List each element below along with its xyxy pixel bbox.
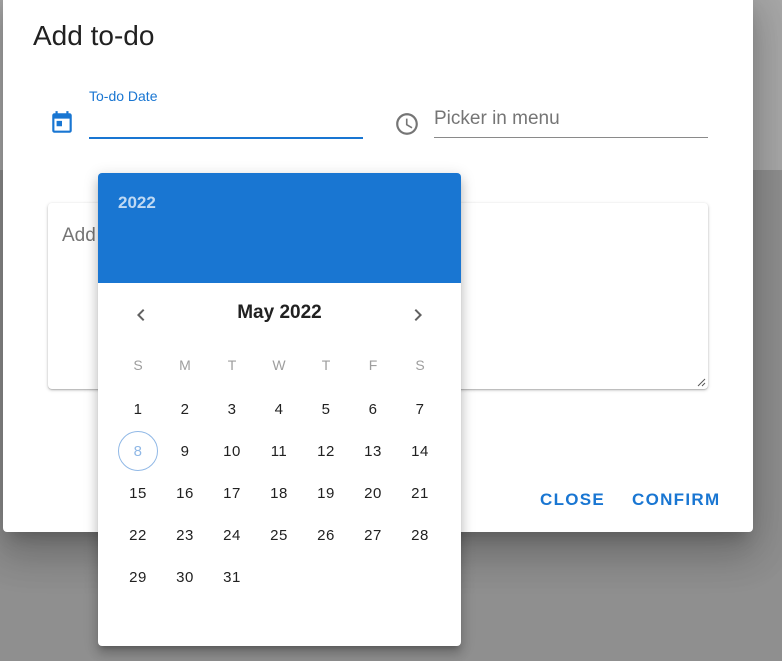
weekday-label: M — [179, 357, 191, 373]
day-button[interactable]: 16 — [165, 473, 205, 513]
day-button[interactable]: 17 — [212, 473, 252, 513]
day-button[interactable]: 27 — [353, 515, 393, 555]
close-button[interactable]: CLOSE — [540, 490, 605, 510]
confirm-button[interactable]: CONFIRM — [632, 490, 720, 510]
day-button[interactable]: 5 — [306, 389, 346, 429]
dialog-title: Add to-do — [33, 20, 155, 51]
day-button[interactable]: 30 — [165, 557, 205, 597]
day-button[interactable]: 22 — [118, 515, 158, 555]
day-button[interactable]: 25 — [259, 515, 299, 555]
day-button[interactable]: 11 — [259, 431, 299, 471]
weekday-label: W — [272, 357, 286, 373]
weekday-label: S — [415, 357, 425, 373]
day-button[interactable]: 10 — [212, 431, 252, 471]
chevron-right-icon — [414, 309, 422, 321]
day-button[interactable]: 2 — [165, 389, 205, 429]
day-button[interactable]: 4 — [259, 389, 299, 429]
todo-date-label: To-do Date — [89, 88, 158, 104]
day-button[interactable]: 21 — [400, 473, 440, 513]
resize-handle-icon[interactable] — [696, 377, 706, 387]
day-button[interactable]: 3 — [212, 389, 252, 429]
todo-date-field[interactable]: To-do Date — [89, 88, 363, 140]
day-button[interactable]: 26 — [306, 515, 346, 555]
weekday-label: T — [321, 357, 331, 373]
day-button[interactable]: 14 — [400, 431, 440, 471]
weekday-label: T — [227, 357, 237, 373]
date-picker-year[interactable]: 2022 — [118, 193, 156, 213]
date-picker-menu: 2022 May 2022 S M T W T F S 1 2 3 4 5 6 … — [98, 173, 461, 646]
day-button[interactable]: 6 — [353, 389, 393, 429]
weekday-header: S M T W T F S — [114, 357, 444, 377]
todo-date-input[interactable] — [89, 110, 363, 138]
day-button[interactable]: 12 — [306, 431, 346, 471]
day-button[interactable]: 31 — [212, 557, 252, 597]
time-picker-input[interactable] — [434, 104, 708, 134]
day-button[interactable]: 20 — [353, 473, 393, 513]
todo-date-underline — [89, 137, 363, 139]
day-button[interactable]: 18 — [259, 473, 299, 513]
calendar-icon[interactable] — [49, 110, 75, 136]
date-picker-header: 2022 — [98, 173, 461, 283]
day-button[interactable]: 15 — [118, 473, 158, 513]
weekday-label: S — [133, 357, 143, 373]
time-picker-field[interactable] — [434, 104, 708, 140]
day-button[interactable]: 23 — [165, 515, 205, 555]
next-month-button[interactable] — [404, 301, 432, 329]
day-button[interactable]: 7 — [400, 389, 440, 429]
day-button[interactable]: 28 — [400, 515, 440, 555]
clock-icon[interactable] — [394, 111, 420, 137]
day-button[interactable]: 1 — [118, 389, 158, 429]
day-button-today[interactable]: 8 — [118, 431, 158, 471]
weekday-label: F — [368, 357, 378, 373]
day-button[interactable]: 29 — [118, 557, 158, 597]
day-button[interactable]: 24 — [212, 515, 252, 555]
time-picker-underline — [434, 137, 708, 138]
day-button[interactable]: 9 — [165, 431, 205, 471]
day-button[interactable]: 13 — [353, 431, 393, 471]
day-button[interactable]: 19 — [306, 473, 346, 513]
